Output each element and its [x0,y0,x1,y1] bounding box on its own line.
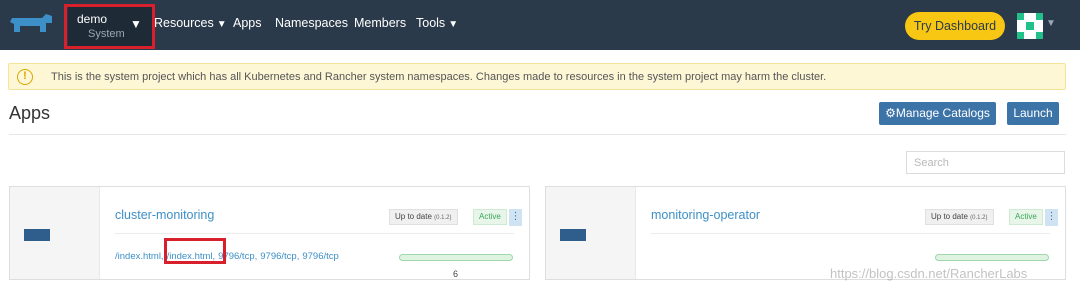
project-switcher[interactable]: demo System ▼ [68,6,154,48]
nav-members-label: Members [354,16,407,30]
top-header: demo System ▼ Resources ▼ Apps Namespaces… [0,0,1080,50]
page-title: Apps [9,103,51,123]
info-icon: ! [17,69,33,85]
rancher-logo[interactable] [8,10,56,38]
try-dashboard-button[interactable]: Try Dashboard [905,12,1005,40]
endpoint-link[interactable]: 9796/tcp, [260,251,299,262]
endpoint-link[interactable]: 9796/tcp, [218,251,257,262]
status-badge: Up to date (0.1.2) [925,209,994,225]
launch-button[interactable]: Launch [1007,102,1059,125]
search-input[interactable] [906,151,1065,174]
divider [9,134,1066,135]
system-project-banner: ! This is the system project which has a… [8,63,1066,90]
project-subtitle: System [88,28,125,40]
manage-catalogs-label: Manage Catalogs [895,106,990,120]
endpoint-link[interactable]: /index.html, [115,251,164,262]
watermark: https://blog.csdn.net/RancherLabs [830,266,1028,281]
version-text: (0.1.2) [970,215,988,221]
app-logo [560,229,586,241]
state-badge: Active [473,209,507,225]
kebab-menu-icon[interactable]: ⋮ [1045,209,1058,226]
app-title[interactable]: monitoring-operator [651,208,760,222]
chevron-down-icon[interactable]: ▼ [1046,18,1056,29]
user-avatar[interactable] [1017,13,1043,39]
banner-text: This is the system project which has all… [51,71,827,83]
divider [651,233,1050,234]
nav-resources-label: Resources [154,16,214,30]
app-thumbnail [10,187,100,279]
status-text: Up to date [395,212,432,221]
nav-tools[interactable]: Tools ▼ [416,16,458,30]
project-name: demo [77,12,108,26]
chevron-down-icon: ▼ [130,17,142,31]
kebab-menu-icon[interactable]: ⋮ [509,209,522,226]
nav-tools-label: Tools [416,16,446,30]
gear-icon: ⚙ [885,106,896,120]
chevron-down-icon: ▼ [216,19,227,30]
app-card-cluster-monitoring: cluster-monitoring Up to date (0.1.2) Ac… [9,186,530,280]
nav-namespaces-label: Namespaces [275,16,348,30]
status-badge: Up to date (0.1.2) [389,209,458,225]
nav-apps[interactable]: Apps [233,16,262,30]
app-logo [24,229,50,241]
pod-progress-bar [935,254,1049,261]
endpoint-link[interactable]: /index.html, [167,251,216,262]
pod-progress-bar [399,254,513,261]
endpoint-list: /index.html,/index.html, 9796/tcp, 9796/tc… [115,251,345,262]
app-title[interactable]: cluster-monitoring [115,208,214,222]
manage-catalogs-button[interactable]: ⚙Manage Catalogs [879,102,996,125]
state-badge: Active [1009,209,1043,225]
nav-namespaces[interactable]: Namespaces [275,16,348,30]
status-text: Up to date [931,212,968,221]
app-card-body: cluster-monitoring Up to date (0.1.2) Ac… [100,187,529,279]
nav-apps-label: Apps [233,16,262,30]
pod-count: 6 [453,269,459,279]
endpoint-link[interactable]: 9796/tcp [302,251,338,262]
app-thumbnail [546,187,636,279]
version-text: (0.1.2) [434,215,452,221]
nav-resources[interactable]: Resources ▼ [154,16,227,30]
chevron-down-icon: ▼ [448,19,459,30]
nav-members[interactable]: Members [354,16,406,30]
divider [115,233,514,234]
